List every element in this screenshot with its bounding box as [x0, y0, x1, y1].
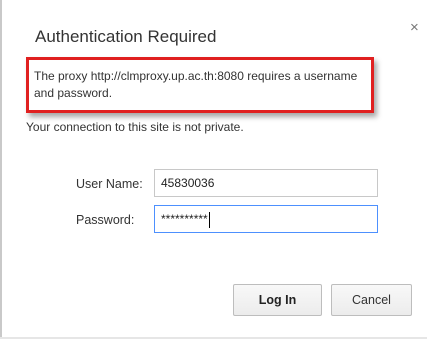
cancel-button[interactable]: Cancel — [331, 284, 412, 316]
close-icon[interactable]: × — [410, 20, 419, 35]
auth-dialog: Authentication Required × The proxy http… — [0, 0, 427, 339]
username-label: User Name: — [76, 177, 143, 191]
text-caret — [208, 211, 210, 228]
username-field[interactable]: 45830036 — [154, 169, 378, 197]
login-button[interactable]: Log In — [233, 284, 322, 316]
dialog-title: Authentication Required — [35, 27, 217, 46]
password-label: Password: — [76, 213, 135, 227]
password-value: ********** — [161, 212, 208, 226]
proxy-message: The proxy http://clmproxy.up.ac.th:8080 … — [34, 69, 358, 100]
password-field[interactable]: ********** — [154, 205, 378, 233]
privacy-message: Your connection to this site is not priv… — [26, 120, 244, 134]
username-value: 45830036 — [161, 176, 215, 190]
dialog-left-edge — [0, 0, 2, 339]
